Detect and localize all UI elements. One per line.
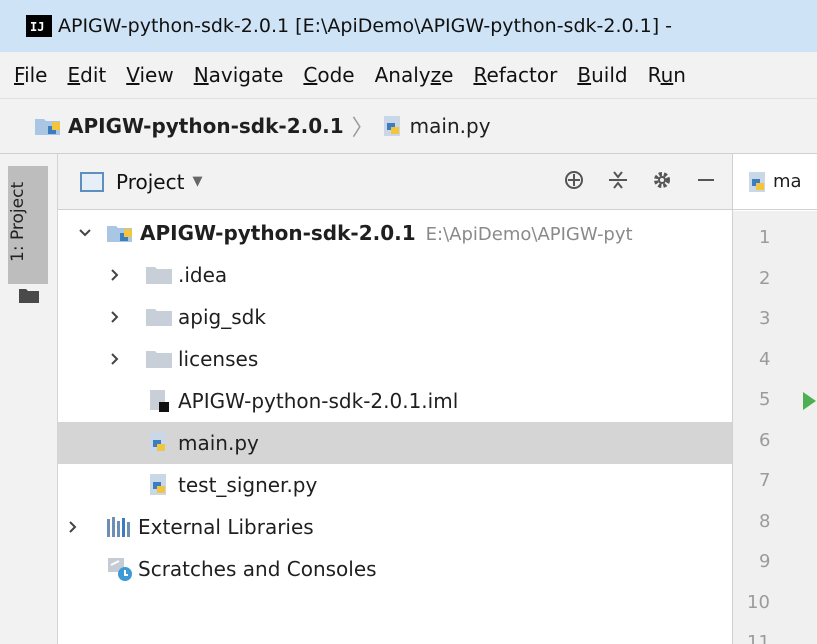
tree-row-licenses[interactable]: licenses: [58, 338, 732, 380]
line-number: 9: [759, 551, 771, 572]
line-number: 4: [759, 348, 771, 370]
line-number: 1: [759, 227, 771, 248]
window-title: APIGW-python-sdk-2.0.1 [E:\ApiDemo\APIGW…: [58, 15, 673, 37]
project-folder-icon: [107, 226, 132, 242]
chevron-right-icon[interactable]: [108, 310, 122, 324]
panel-toolbar: [562, 168, 718, 192]
tree-item-label: .idea: [178, 263, 228, 287]
editor-gutter: 1 2 3 4 5 6 7 8 9 10 11: [733, 211, 817, 644]
python-file-icon: [749, 171, 765, 192]
tree-item-label: APIGW-python-sdk-2.0.1 E:\ApiDemo\APIGW-p…: [140, 221, 633, 245]
project-tool-window-tab-label: 1: Project: [8, 181, 28, 262]
tree-row-iml[interactable]: APIGW-python-sdk-2.0.1.iml: [58, 380, 732, 422]
editor-tab-label: ma: [773, 171, 802, 192]
python-file-icon: [150, 474, 166, 495]
run-gutter-icon[interactable]: [803, 392, 816, 410]
chevron-right-icon[interactable]: [66, 520, 80, 534]
intellij-app-icon: IJ: [26, 15, 52, 37]
python-file-icon: [150, 432, 166, 453]
tree-item-label: APIGW-python-sdk-2.0.1.iml: [178, 389, 459, 413]
breadcrumb-project[interactable]: APIGW-python-sdk-2.0.1: [34, 114, 344, 138]
window-title-bar: IJ APIGW-python-sdk-2.0.1 [E:\ApiDemo\AP…: [0, 0, 817, 52]
line-number: 11: [747, 632, 770, 644]
menu-bar: File Edit View Navigate Code Analyze Ref…: [0, 52, 817, 98]
folder-icon: [146, 309, 172, 326]
tree-item-label: Scratches and Consoles: [138, 557, 377, 581]
breadcrumb-file[interactable]: main.py: [382, 114, 491, 138]
tree-item-label: main.py: [178, 431, 259, 455]
tree-row-idea[interactable]: .idea: [58, 254, 732, 296]
menu-edit[interactable]: Edit: [67, 63, 106, 87]
project-path: E:\ApiDemo\APIGW-pyt: [425, 224, 633, 245]
iml-file-icon: [150, 390, 169, 412]
python-file-icon: [383, 116, 400, 136]
menu-refactor[interactable]: Refactor: [473, 63, 557, 87]
chevron-right-icon[interactable]: [108, 352, 122, 366]
editor-tab-main-py[interactable]: ma: [733, 154, 817, 210]
project-view-selector[interactable]: Project: [116, 170, 184, 194]
tool-window-strip: 1: Project: [0, 154, 58, 644]
crosshair-icon[interactable]: [562, 168, 586, 192]
line-number: 7: [759, 470, 771, 491]
folder-icon: [19, 289, 39, 303]
menu-analyze[interactable]: Analyze: [375, 63, 454, 87]
collapse-icon[interactable]: [606, 168, 630, 192]
folder-icon: [146, 267, 172, 284]
project-panel-header: Project ▼: [58, 154, 732, 210]
project-folder-icon: [35, 119, 60, 135]
tree-row-root[interactable]: APIGW-python-sdk-2.0.1 E:\ApiDemo\APIGW-p…: [58, 212, 732, 254]
tree-item-label: apig_sdk: [178, 305, 266, 329]
menu-run[interactable]: Run: [648, 63, 686, 87]
breadcrumb-separator-icon: 〉: [351, 116, 374, 141]
line-number: 10: [747, 591, 770, 613]
line-number: 2: [759, 267, 771, 289]
editor-area: ma 1 2 3 4 5 6 7 8 9 10 11: [732, 154, 817, 644]
libraries-icon: [107, 517, 130, 537]
scratches-icon: [108, 558, 132, 581]
line-number: 6: [759, 429, 771, 451]
line-number: 8: [759, 510, 771, 532]
menu-view[interactable]: View: [126, 63, 173, 87]
menu-file[interactable]: File: [14, 63, 47, 87]
navigation-bar: APIGW-python-sdk-2.0.1 〉 main.py: [0, 98, 817, 154]
breadcrumb-project-label: APIGW-python-sdk-2.0.1: [68, 114, 344, 138]
breadcrumb-file-label: main.py: [409, 114, 491, 138]
tree-item-label: External Libraries: [138, 515, 314, 539]
folder-icon: [146, 351, 172, 368]
menu-navigate[interactable]: Navigate: [194, 63, 284, 87]
chevron-down-icon[interactable]: [78, 226, 92, 240]
project-panel: Project ▼ APIGW-python-sdk-2.0.1 E:\ApiD…: [58, 154, 732, 644]
menu-code[interactable]: Code: [303, 63, 354, 87]
line-number: 5: [759, 389, 771, 410]
tree-row-main-py[interactable]: main.py: [58, 422, 732, 464]
tree-row-scratches[interactable]: Scratches and Consoles: [58, 548, 732, 590]
tree-row-apig-sdk[interactable]: apig_sdk: [58, 296, 732, 338]
tree-item-label: licenses: [178, 347, 259, 371]
tree-row-test-signer-py[interactable]: test_signer.py: [58, 464, 732, 506]
chevron-down-icon[interactable]: ▼: [192, 174, 202, 189]
gear-icon[interactable]: [650, 168, 674, 192]
menu-build[interactable]: Build: [577, 63, 627, 87]
project-view-icon: [80, 171, 104, 192]
line-number: 3: [759, 308, 771, 329]
tree-item-label: test_signer.py: [178, 473, 318, 497]
chevron-right-icon[interactable]: [108, 268, 122, 282]
minimize-icon[interactable]: [694, 168, 718, 192]
tree-row-external-libraries[interactable]: External Libraries: [58, 506, 732, 548]
